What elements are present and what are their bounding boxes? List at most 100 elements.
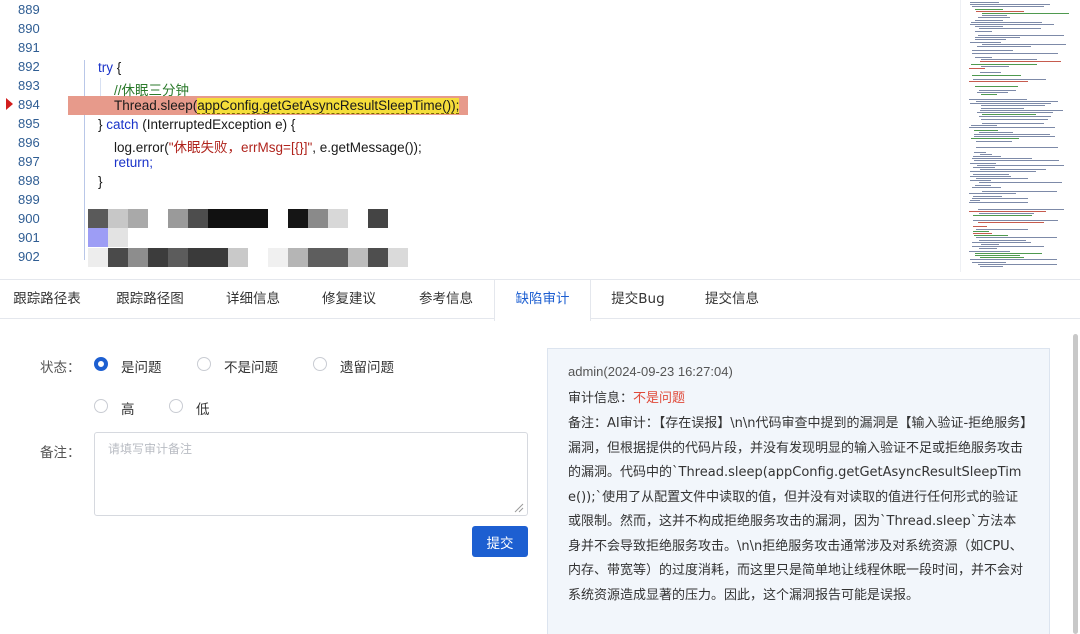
- radio-severity-high[interactable]: [94, 399, 108, 413]
- minimap-line: [976, 178, 1028, 179]
- line-number: 890: [18, 21, 40, 36]
- line-number: 891: [18, 40, 40, 55]
- minimap-line: [972, 186, 1001, 188]
- minimap-line: [982, 191, 1057, 193]
- minimap-line: [979, 239, 1026, 241]
- minimap-line: [973, 230, 989, 232]
- submit-audit-button[interactable]: 提交: [472, 526, 528, 557]
- minimap-line: [970, 200, 980, 201]
- minimap-line: [973, 156, 1001, 157]
- minimap-line: [969, 250, 1010, 252]
- string-token: "休眠失败，errMsg=[{}]": [168, 140, 313, 155]
- code-line-893: //休眠三分钟: [114, 83, 190, 98]
- breakpoint-marker-icon: [6, 98, 13, 110]
- radio-is-issue[interactable]: [94, 357, 108, 371]
- minimap-line: [974, 136, 1055, 138]
- minimap-line: [969, 193, 1016, 195]
- minimap-line: [979, 131, 1013, 133]
- line-number: 893: [18, 78, 40, 93]
- minimap-line: [972, 246, 1044, 248]
- tab-reference-info[interactable]: 参考信息: [402, 280, 490, 319]
- line-number: 896: [18, 135, 40, 150]
- tab-submit-bug[interactable]: 提交Bug: [596, 280, 680, 319]
- radio-label-low[interactable]: 低: [196, 398, 210, 418]
- code-token: Thread.sleep(: [114, 98, 198, 113]
- minimap-line: [970, 259, 1057, 261]
- minimap-line: [977, 46, 1031, 47]
- minimap-line: [970, 162, 996, 164]
- minimap-line: [971, 138, 1019, 140]
- minimap-line: [979, 248, 997, 250]
- tab-trace-path-graph[interactable]: 跟踪路径图: [100, 280, 200, 319]
- code-line-894: Thread.sleep(appConfig.getGetAsyncResult…: [114, 98, 460, 114]
- minimap-line: [973, 79, 1046, 80]
- minimap-line: [975, 30, 992, 32]
- minimap-line: [969, 98, 1027, 100]
- radio-label-is-issue[interactable]: 是问题: [121, 356, 162, 376]
- indent-guide: [84, 60, 85, 260]
- line-number: 894: [18, 97, 40, 112]
- minimap-line: [981, 59, 1037, 61]
- line-number: 901: [18, 230, 40, 245]
- audit-note-textarea[interactable]: [94, 432, 528, 516]
- code-minimap[interactable]: [960, 0, 1080, 272]
- radio-severity-low[interactable]: [169, 399, 183, 413]
- minimap-line: [973, 215, 1032, 217]
- minimap-line: [976, 140, 1012, 142]
- minimap-line: [978, 208, 1064, 210]
- minimap-line: [975, 252, 1042, 254]
- tab-details[interactable]: 详细信息: [208, 280, 298, 319]
- radio-legacy-issue[interactable]: [313, 357, 327, 371]
- line-number: 897: [18, 154, 40, 169]
- minimap-line: [981, 94, 997, 96]
- radio-label-legacy-issue[interactable]: 遗留问题: [340, 356, 394, 376]
- minimap-line: [976, 101, 1058, 102]
- tab-fix-suggestion[interactable]: 修复建议: [304, 280, 394, 319]
- minimap-line: [973, 195, 1002, 197]
- line-number-gutter: 889 890 891 892 893 894 895 896 897 898 …: [0, 0, 68, 280]
- minimap-line: [975, 39, 1006, 41]
- line-number: 899: [18, 192, 40, 207]
- minimap-line: [979, 90, 1016, 91]
- code-token: {: [113, 60, 122, 75]
- status-label: 状态：: [40, 360, 81, 376]
- minimap-line: [972, 52, 1058, 54]
- radio-not-issue[interactable]: [197, 357, 211, 371]
- minimap-line: [979, 28, 1041, 30]
- code-viewer: 889 890 891 892 893 894 895 896 897 898 …: [0, 0, 1080, 280]
- minimap-line: [969, 81, 1028, 83]
- minimap-line: [969, 211, 1046, 212]
- tab-trace-path-table[interactable]: 跟踪路径表: [0, 280, 94, 319]
- minimap-line: [974, 129, 998, 131]
- minimap-line: [972, 241, 1031, 243]
- resize-grip-icon[interactable]: [514, 503, 524, 513]
- tab-defect-audit[interactable]: 缺陷审计: [494, 280, 591, 321]
- minimap-line: [981, 65, 1009, 67]
- minimap-line: [972, 197, 1028, 199]
- minimap-line: [970, 24, 1054, 25]
- minimap-line: [981, 107, 1024, 109]
- radio-label-not-issue[interactable]: 不是问题: [224, 356, 278, 376]
- minimap-line: [976, 147, 1058, 149]
- keyword-token: catch: [106, 117, 139, 132]
- minimap-line: [976, 237, 1057, 239]
- minimap-line: [973, 233, 992, 234]
- minimap-line: [977, 164, 1064, 166]
- minimap-line: [978, 35, 1064, 36]
- minimap-line: [978, 17, 1010, 19]
- minimap-line: [982, 123, 1044, 124]
- minimap-line: [972, 6, 1044, 8]
- minimap-line: [982, 43, 1066, 45]
- page-scrollbar[interactable]: [1073, 334, 1078, 634]
- minimap-line: [971, 125, 997, 127]
- audit-record-panel: admin(2024-09-23 16:27:04) 审计信息：不是问题 备注：…: [547, 348, 1050, 634]
- minimap-line: [982, 114, 1036, 116]
- tab-submit-info[interactable]: 提交信息: [688, 280, 776, 319]
- minimap-line: [973, 167, 995, 168]
- redacted-code: [88, 209, 398, 228]
- minimap-line: [972, 261, 1006, 263]
- minimap-line: [970, 103, 1051, 105]
- minimap-line: [969, 127, 1055, 129]
- radio-label-high[interactable]: 高: [121, 398, 135, 418]
- code-line-895: } catch (InterruptedException e) {: [98, 117, 295, 132]
